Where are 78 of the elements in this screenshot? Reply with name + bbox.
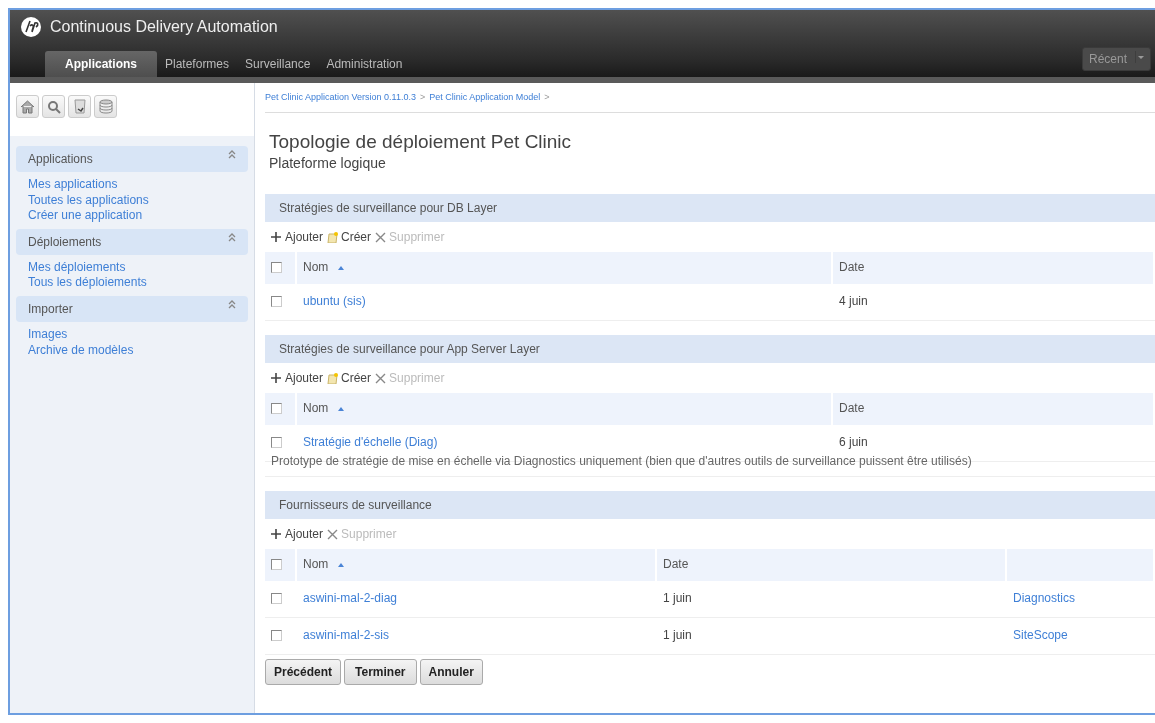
checkbox[interactable] <box>271 630 282 642</box>
sidebar-link[interactable]: Archive de modèles <box>16 342 248 359</box>
breadcrumb-link[interactable]: Pet Clinic Application Model <box>429 91 541 105</box>
column-header[interactable]: Nom <box>297 549 657 582</box>
sort-icon <box>338 563 345 568</box>
caret-icon <box>1135 50 1144 64</box>
breadcrumb-link[interactable]: Pet Clinic Application Version 0.11.0.3 <box>265 91 416 105</box>
search-icon[interactable] <box>42 95 65 118</box>
breadcrumb-separator: > <box>419 91 426 104</box>
checkbox[interactable] <box>271 296 282 308</box>
chevron-icon <box>228 232 236 242</box>
home-icon[interactable] <box>16 95 39 118</box>
name-link[interactable]: aswini-mal-2-sis <box>303 628 389 643</box>
create-button[interactable]: Créer <box>327 228 372 247</box>
checkbox[interactable] <box>271 559 282 571</box>
wizard-button[interactable]: Précédent <box>265 659 342 686</box>
section-header[interactable]: Importer <box>16 295 248 322</box>
plus-icon <box>271 528 282 540</box>
logo-icon <box>20 16 42 38</box>
create-button[interactable]: Créer <box>327 369 372 388</box>
section-header[interactable]: Applications <box>16 146 248 172</box>
plus-icon <box>271 372 282 384</box>
checkbox[interactable] <box>271 437 282 449</box>
name-link[interactable]: aswini-mal-2-diag <box>303 591 398 606</box>
close-icon <box>327 528 339 540</box>
close-icon <box>375 372 387 384</box>
page-title: Topologie de déploiement Pet Clinic <box>269 130 573 154</box>
sidebar-link[interactable]: Mes déploiements <box>16 259 248 276</box>
nav-tab[interactable]: Administration <box>318 52 411 77</box>
date-text: 1 juin <box>663 628 692 643</box>
date-text: 4 juin <box>839 294 868 309</box>
provider-link[interactable]: SiteScope <box>1013 628 1068 643</box>
column-header[interactable]: Date <box>833 252 1155 285</box>
scroll-icon <box>327 372 339 384</box>
checkbox[interactable] <box>271 593 282 605</box>
wizard-button[interactable]: Terminer <box>344 659 417 686</box>
nav-tab[interactable]: Plateformes <box>157 52 238 77</box>
column-header[interactable]: Date <box>657 549 1007 582</box>
add-button[interactable]: Ajouter <box>271 369 324 388</box>
breadcrumb-separator: > <box>544 91 550 104</box>
chevron-icon <box>228 150 236 159</box>
tag-text: (Diag) <box>404 435 438 450</box>
name-link[interactable]: ubuntu (sis) <box>303 294 366 309</box>
name-link[interactable]: Stratégie d'échelle <box>303 435 402 450</box>
sort-icon <box>338 407 345 412</box>
panel-header: Stratégies de surveillance pour App Server Layer <box>265 335 1155 364</box>
wizard-button[interactable]: Annuler <box>419 659 483 686</box>
add-button[interactable]: Ajouter <box>271 228 324 247</box>
checkbox[interactable] <box>271 262 282 274</box>
sidebar-link[interactable]: Tous les déploiements <box>16 275 248 291</box>
sidebar-link[interactable]: Images <box>16 326 248 343</box>
plus-icon <box>271 231 282 243</box>
add-button[interactable]: Ajouter <box>271 525 324 544</box>
close-icon <box>375 231 387 243</box>
nav-tab[interactable]: Applications <box>45 51 157 77</box>
recent-button[interactable]: Récent <box>1081 47 1151 71</box>
panel-header: Fournisseurs de surveillance <box>265 491 1155 520</box>
sidebar-link[interactable]: Créer une application <box>16 208 248 224</box>
chevron-icon <box>228 299 236 309</box>
provider-link[interactable]: Diagnostics <box>1013 591 1076 606</box>
sidebar-link[interactable]: Toutes les applications <box>16 192 248 209</box>
panel-header: Stratégies de surveillance pour DB Layer <box>265 194 1155 223</box>
description-text: Prototype de stratégie de mise en échelle via Diagnostics uniquement (bien que d'autres outils de surveillance puissent être utilisés) <box>271 454 972 469</box>
page-subtitle: Plateforme logique <box>269 154 387 174</box>
database-icon[interactable] <box>94 95 117 118</box>
checkbox[interactable] <box>271 403 282 415</box>
nav-tab[interactable]: Surveillance <box>237 52 319 77</box>
section-header[interactable]: Déploiements <box>16 228 248 255</box>
column-header[interactable]: Nom <box>297 252 833 285</box>
column-header[interactable]: Date <box>833 393 1155 426</box>
sort-icon <box>338 266 345 271</box>
bin-icon[interactable] <box>68 95 91 118</box>
date-text: 6 juin <box>839 435 868 450</box>
app-title: Continuous Delivery Automation <box>50 17 278 37</box>
scroll-icon <box>327 231 339 243</box>
column-header[interactable]: Nom <box>297 393 833 426</box>
date-text: 1 juin <box>663 591 692 606</box>
sidebar-link[interactable]: Mes applications <box>16 177 248 193</box>
